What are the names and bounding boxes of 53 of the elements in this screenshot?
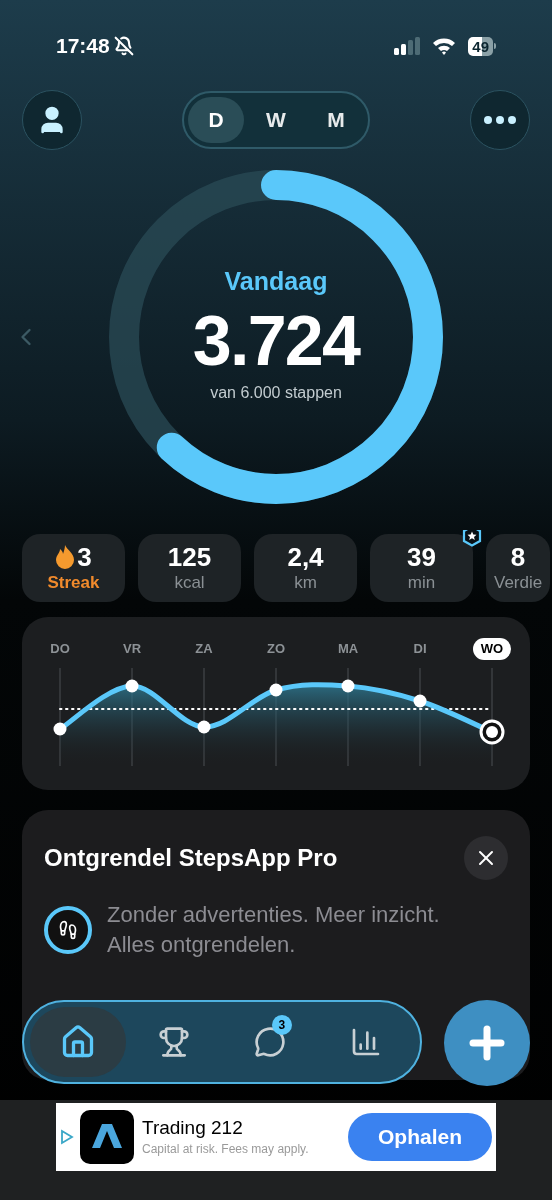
step-count: 3.724 xyxy=(192,300,360,381)
data-point[interactable] xyxy=(341,679,355,693)
step-goal: van 6.000 stappen xyxy=(210,382,342,403)
selected-data-point[interactable] xyxy=(479,719,505,745)
day-label[interactable]: ZA xyxy=(195,638,213,660)
stat-value: 39 xyxy=(407,542,436,572)
promo-text: Zonder advertenties. Meer inzicht. Alles ontgrendelen. xyxy=(107,901,441,959)
data-point[interactable] xyxy=(413,694,427,708)
stat-label: km xyxy=(294,572,317,594)
tab-bar-item[interactable]: 3 xyxy=(222,1007,318,1077)
data-point[interactable] xyxy=(197,720,211,734)
home-icon xyxy=(60,1024,96,1060)
stat-value: 3 xyxy=(77,542,92,572)
ad-banner[interactable]: Trading 212 Capital at risk. Fees may apply. Ophalen xyxy=(56,1103,496,1171)
day-label[interactable]: WO xyxy=(472,638,512,660)
period-tab[interactable]: M xyxy=(308,97,364,143)
stat-label: Streak xyxy=(47,572,100,594)
notification-badge: 3 xyxy=(271,1015,292,1035)
battery-level: 49 xyxy=(468,36,493,56)
ring-title: Vandaag xyxy=(224,266,328,298)
ad-subtitle: Capital at risk. Fees may apply. xyxy=(142,1141,310,1158)
stat-value: 2,4 xyxy=(287,542,324,572)
app-logo-icon xyxy=(80,1110,134,1164)
bell-muted-icon xyxy=(113,36,134,56)
day-label[interactable]: MA xyxy=(337,638,359,660)
stat-label: min xyxy=(407,572,436,594)
data-point[interactable] xyxy=(125,679,139,693)
stat-label: kcal xyxy=(174,572,205,594)
ad-info-icon xyxy=(60,1129,74,1145)
period-tab[interactable]: D xyxy=(188,97,244,143)
period-tab[interactable]: W xyxy=(248,97,304,143)
day-label[interactable]: DI xyxy=(413,638,427,660)
close-button[interactable] xyxy=(464,836,508,880)
stat-value: 125 xyxy=(167,542,212,572)
stat-value: 8 xyxy=(510,542,526,572)
shoe-ring-icon xyxy=(44,906,92,954)
stat-label: Verdie xyxy=(494,572,543,594)
clock-time: 17:48 xyxy=(56,33,110,60)
day-label[interactable]: VR xyxy=(122,638,142,660)
data-point[interactable] xyxy=(53,722,67,736)
promo-title: Ontgrendel StepsApp Pro xyxy=(44,843,338,873)
get-button[interactable]: Ophalen xyxy=(348,1113,492,1161)
flame-icon xyxy=(55,544,76,570)
data-point[interactable] xyxy=(269,683,283,697)
day-label[interactable]: DO xyxy=(50,638,70,660)
day-label[interactable]: ZO xyxy=(266,638,286,660)
signal-icon xyxy=(394,37,421,55)
bar-chart-icon xyxy=(350,1026,382,1058)
more-icon xyxy=(484,116,516,124)
trophy-icon xyxy=(158,1026,190,1058)
ad-title: Trading 212 xyxy=(142,1116,244,1140)
tab-bar-item[interactable] xyxy=(30,1007,126,1077)
wifi-icon xyxy=(432,37,457,55)
